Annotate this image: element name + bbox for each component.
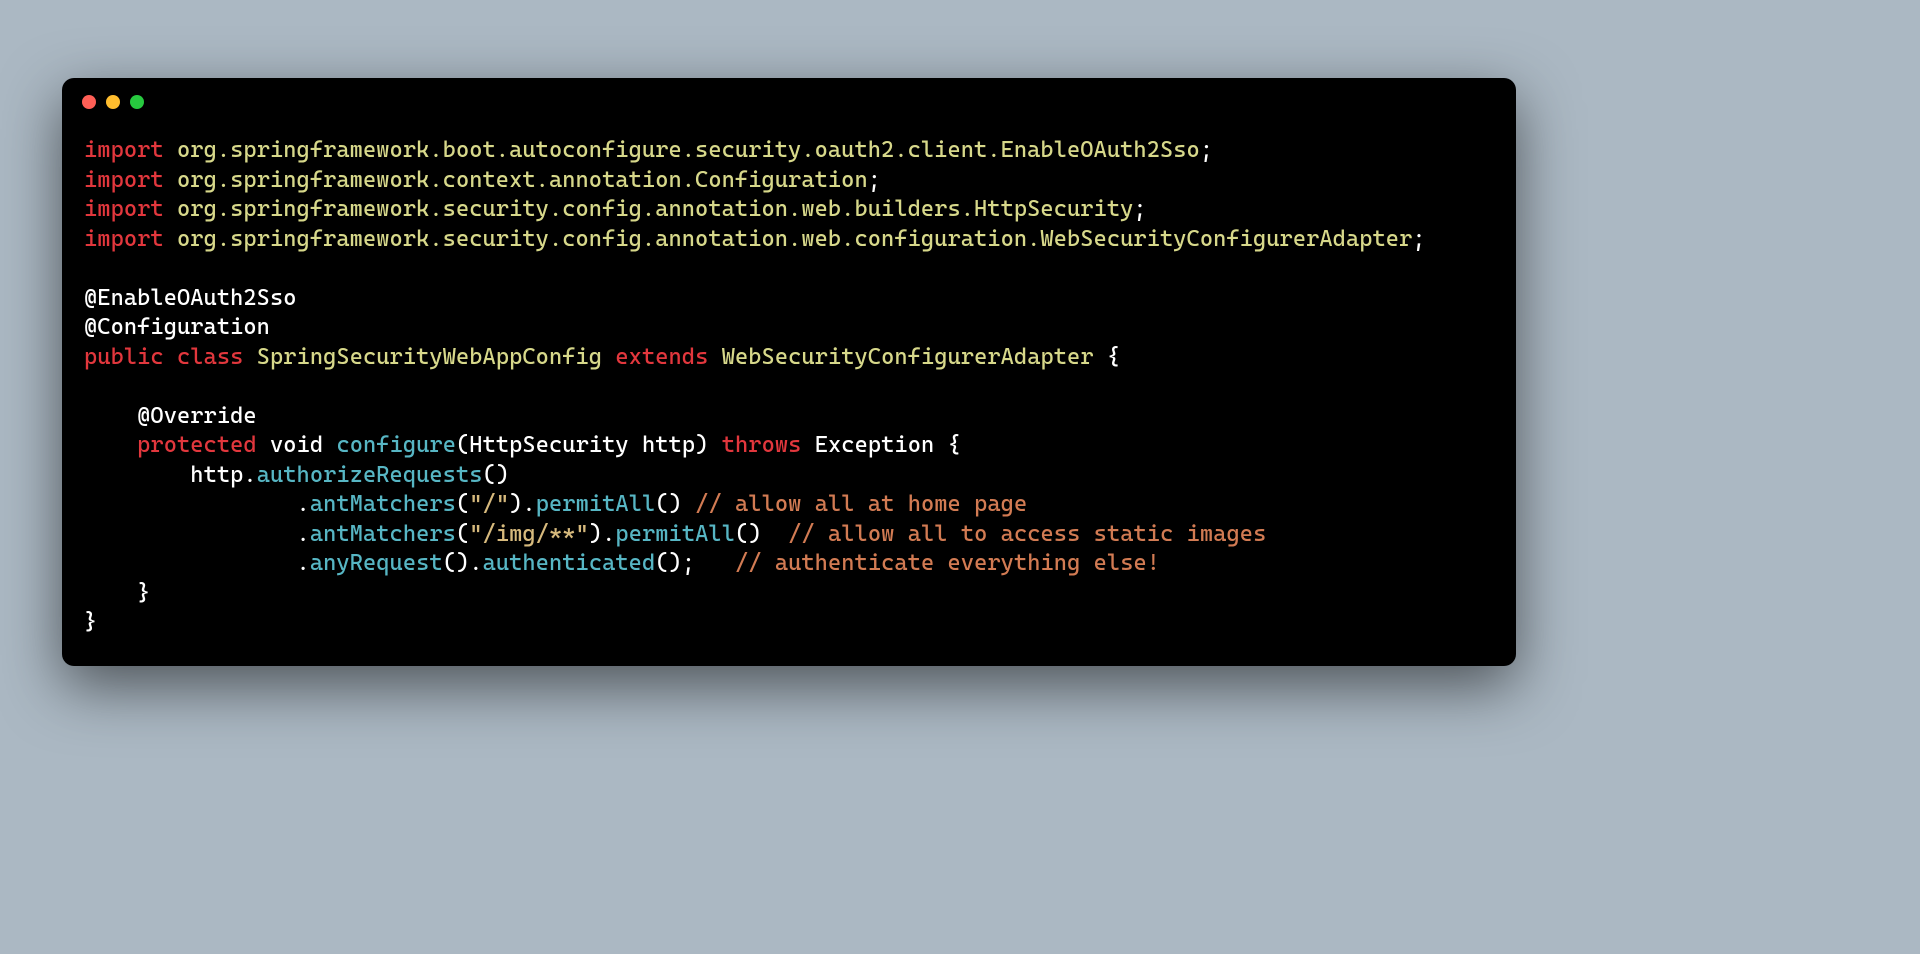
space [257,432,270,458]
parens: () [483,462,510,488]
exception: Exception [815,432,935,458]
space [164,344,177,370]
parens: () [735,521,762,547]
dot: . [522,491,535,517]
space [164,167,177,193]
method-name: configure [336,432,456,458]
dot: . [297,521,310,547]
annotation: @Override [137,403,257,429]
keyword-import: import [84,137,164,163]
window-titlebar [62,78,1516,126]
method-call: permitAll [536,491,656,517]
semicolon: ; [868,167,881,193]
dot: . [297,491,310,517]
paren: ) [589,521,602,547]
paren: ) [695,432,708,458]
class-name: SpringSecurityWebAppConfig [257,344,602,370]
space [243,344,256,370]
space [708,344,721,370]
close-button[interactable] [82,95,96,109]
code-window: import org.springframework.boot.autoconf… [62,78,1516,666]
arg-name: http [629,432,695,458]
dot: . [469,550,482,576]
paren: ( [456,491,469,517]
base-class: WebSecurityConfigurerAdapter [722,344,1094,370]
indent [84,462,190,488]
space [323,432,336,458]
keyword-import: import [84,226,164,252]
semicolon: ; [1200,137,1213,163]
space [602,344,615,370]
semicolon: ; [682,550,695,576]
http-dot: http. [190,462,256,488]
method-call: authorizeRequests [257,462,483,488]
method-call: antMatchers [310,521,456,547]
close-brace: } [84,609,97,635]
keyword-public: public [84,344,164,370]
method-call: permitAll [615,521,735,547]
keyword-extends: extends [615,344,708,370]
brace: { [934,432,961,458]
comment: // authenticate everything else! [735,550,1160,576]
keyword-throws: throws [722,432,802,458]
keyword-import: import [84,167,164,193]
comment: // allow all to access static images [788,521,1266,547]
maximize-button[interactable] [130,95,144,109]
annotation: @EnableOAuth2Sso [84,285,297,311]
keyword-class: class [177,344,243,370]
paren: ) [509,491,522,517]
space [801,432,814,458]
code-area: import org.springframework.boot.autoconf… [62,126,1516,638]
minimize-button[interactable] [106,95,120,109]
paren: ( [456,432,469,458]
semicolon: ; [1133,196,1146,222]
indent [84,403,137,429]
space [708,432,721,458]
brace: { [1094,344,1121,370]
import-path: org.springframework.boot.autoconfigure.s… [177,137,1200,163]
annotation: @Configuration [84,314,270,340]
string-literal: "/img/**" [469,521,589,547]
keyword-protected: protected [137,432,257,458]
space [164,196,177,222]
arg-type: HttpSecurity [469,432,628,458]
parens: () [443,550,470,576]
comment: // allow all at home page [695,491,1027,517]
parens: () [655,550,682,576]
space [164,226,177,252]
keyword-import: import [84,196,164,222]
indent [84,550,297,576]
semicolon: ; [1412,226,1425,252]
import-path: org.springframework.context.annotation.C… [177,167,868,193]
import-path: org.springframework.security.config.anno… [177,226,1412,252]
close-brace: } [84,580,150,606]
indent [84,521,297,547]
method-call: authenticated [483,550,656,576]
paren: ( [456,521,469,547]
indent [84,432,137,458]
method-call: anyRequest [310,550,443,576]
space [682,491,695,517]
parens: () [655,491,682,517]
import-path: org.springframework.security.config.anno… [177,196,1133,222]
string-literal: "/" [469,491,509,517]
space [164,137,177,163]
indent [84,491,297,517]
dot: . [602,521,615,547]
method-call: antMatchers [310,491,456,517]
return-type: void [270,432,323,458]
dot: . [297,550,310,576]
